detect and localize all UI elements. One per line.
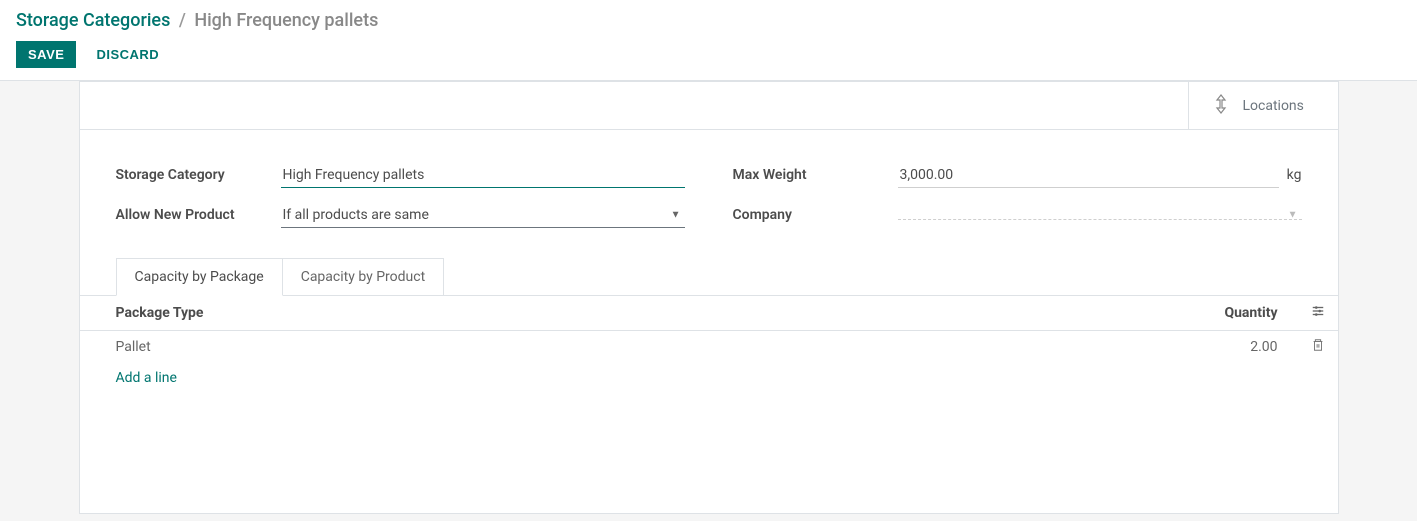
breadcrumb-separator: / [179,10,186,31]
capacity-table: Package Type Quantity [80,296,1338,393]
cell-actions [1298,331,1338,364]
breadcrumb-root[interactable]: Storage Categories [16,10,170,31]
storage-category-row: Storage Category [116,160,685,190]
storage-category-label: Storage Category [116,167,281,183]
company-field: ▼ [898,211,1302,220]
tab-capacity-by-product[interactable]: Capacity by Product [283,258,444,295]
form-col-left: Storage Category Allow New Product If al… [116,160,685,230]
add-line-link[interactable]: Add a line [116,370,177,386]
breadcrumb-current: High Frequency pallets [194,10,378,31]
form-col-right: Max Weight kg Company ▼ [733,160,1302,230]
company-label: Company [733,207,898,223]
tab-content: Package Type Quantity [80,295,1338,513]
allow-new-product-label: Allow New Product [116,207,281,223]
max-weight-field: kg [898,163,1302,188]
header-package-type[interactable]: Package Type [80,296,804,331]
max-weight-row: Max Weight kg [733,160,1302,190]
company-row: Company ▼ [733,200,1302,230]
table-row[interactable]: Pallet 2.00 [80,331,1338,364]
storage-category-field [281,163,685,188]
allow-new-product-field: If all products are same ▼ [281,203,685,228]
save-button[interactable]: SAVE [16,41,76,68]
button-box: Locations [80,82,1338,130]
form-sheet: Locations Storage Category Allow New Pro… [79,81,1339,514]
cell-package-type[interactable]: Pallet [80,331,804,364]
header-bar: Storage Categories / High Frequency pall… [0,0,1417,81]
filter-icon[interactable] [1311,304,1325,318]
locations-stat-button[interactable]: Locations [1188,82,1338,129]
header-quantity[interactable]: Quantity [804,296,1298,331]
tab-capacity-by-package[interactable]: Capacity by Package [116,258,283,296]
allow-new-product-select[interactable]: If all products are same [281,203,685,228]
form-body: Storage Category Allow New Product If al… [80,130,1338,295]
locations-label: Locations [1243,98,1304,114]
discard-button[interactable]: DISCARD [92,41,163,68]
page-body: Locations Storage Category Allow New Pro… [0,81,1417,521]
header-actions [1298,296,1338,331]
breadcrumb: Storage Categories / High Frequency pall… [16,10,1401,31]
trash-icon[interactable] [1311,340,1325,356]
storage-category-input[interactable] [281,163,685,188]
cell-quantity[interactable]: 2.00 [804,331,1298,364]
max-weight-input[interactable] [898,163,1279,188]
add-line-row: Add a line [80,363,1338,393]
form-grid: Storage Category Allow New Product If al… [116,160,1302,230]
action-row: SAVE DISCARD [16,41,1401,68]
max-weight-unit: kg [1287,167,1302,183]
up-down-arrow-icon [1213,94,1229,118]
sheet-padding [80,393,1338,513]
max-weight-label: Max Weight [733,167,898,183]
tabs: Capacity by Package Capacity by Product [116,258,1302,295]
allow-new-product-row: Allow New Product If all products are sa… [116,200,685,230]
company-select[interactable] [898,211,1302,220]
